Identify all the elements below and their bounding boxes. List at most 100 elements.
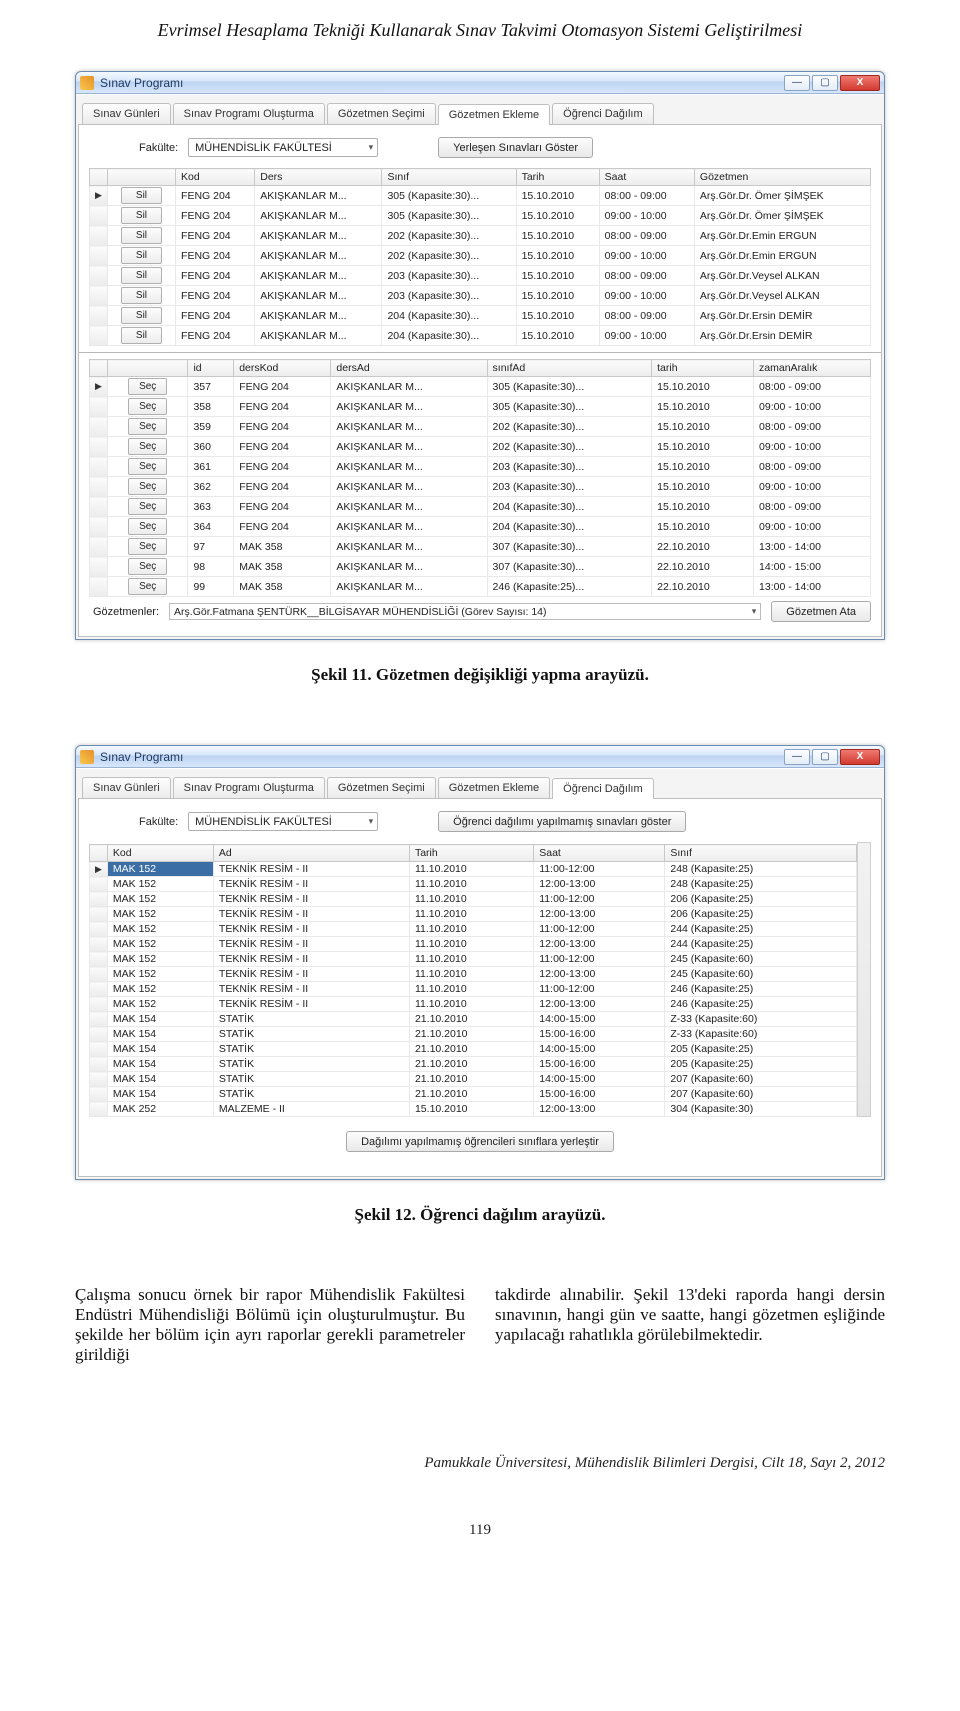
row-selector[interactable] (90, 577, 108, 597)
row-selector[interactable]: ▶ (90, 377, 108, 397)
column-header[interactable] (90, 360, 108, 377)
table-row[interactable]: SilFENG 204AKIŞKANLAR M...202 (Kapasite:… (90, 246, 871, 266)
select-button[interactable]: Seç (128, 438, 167, 455)
tab-ogrenci-dagilim[interactable]: Öğrenci Dağılım (552, 103, 653, 124)
close-button[interactable]: X (840, 749, 880, 765)
place-students-button[interactable]: Dağılımı yapılmamış öğrencileri sınıflar… (346, 1131, 614, 1152)
grid-unassigned-exams[interactable]: KodAdTarihSaatSınıf▶MAK 152TEKNİK RESİM … (89, 844, 857, 1117)
table-row[interactable]: SilFENG 204AKIŞKANLAR M...202 (Kapasite:… (90, 226, 871, 246)
maximize-button[interactable]: ▢ (812, 749, 838, 765)
row-selector[interactable] (90, 417, 108, 437)
row-selector[interactable] (90, 286, 108, 306)
table-row[interactable]: MAK 154STATİK21.10.201015:00-16:00207 (K… (90, 1087, 857, 1102)
minimize-button[interactable]: — (784, 75, 810, 91)
row-selector[interactable] (90, 557, 108, 577)
tab-gozetmen-secimi[interactable]: Gözetmen Seçimi (327, 103, 436, 124)
table-row[interactable]: ▶SilFENG 204AKIŞKANLAR M...305 (Kapasite… (90, 186, 871, 206)
select-button[interactable]: Seç (128, 458, 167, 475)
table-row[interactable]: MAK 154STATİK21.10.201014:00-15:00Z-33 (… (90, 1012, 857, 1027)
row-selector[interactable] (90, 226, 108, 246)
table-row[interactable]: MAK 152TEKNİK RESİM - II11.10.201012:00-… (90, 877, 857, 892)
row-selector[interactable] (90, 1012, 108, 1027)
delete-button[interactable]: Sil (121, 187, 162, 204)
table-row[interactable]: Seç361FENG 204AKIŞKANLAR M...203 (Kapasi… (90, 457, 871, 477)
select-button[interactable]: Seç (128, 478, 167, 495)
delete-button[interactable]: Sil (121, 207, 162, 224)
row-selector[interactable] (90, 1042, 108, 1057)
select-button[interactable]: Seç (128, 498, 167, 515)
row-selector[interactable] (90, 206, 108, 226)
column-header[interactable] (90, 845, 108, 862)
column-header[interactable]: Ders (255, 169, 382, 186)
select-button[interactable]: Seç (128, 558, 167, 575)
column-header[interactable]: dersKod (234, 360, 331, 377)
table-row[interactable]: MAK 152TEKNİK RESİM - II11.10.201012:00-… (90, 907, 857, 922)
table-row[interactable]: SilFENG 204AKIŞKANLAR M...204 (Kapasite:… (90, 326, 871, 346)
show-unassigned-exams-button[interactable]: Öğrenci dağılımı yapılmamış sınavları gö… (438, 811, 686, 832)
row-selector[interactable] (90, 497, 108, 517)
table-row[interactable]: MAK 154STATİK21.10.201014:00-15:00207 (K… (90, 1072, 857, 1087)
row-selector[interactable] (90, 397, 108, 417)
table-row[interactable]: SilFENG 204AKIŞKANLAR M...305 (Kapasite:… (90, 206, 871, 226)
column-header[interactable] (107, 169, 175, 186)
grid-all-sessions[interactable]: iddersKoddersAdsınıfAdtarihzamanAralık▶S… (89, 359, 871, 597)
row-selector[interactable] (90, 1072, 108, 1087)
table-row[interactable]: MAK 154STATİK21.10.201015:00-16:00Z-33 (… (90, 1027, 857, 1042)
column-header[interactable] (107, 360, 188, 377)
column-header[interactable]: zamanAralık (754, 360, 871, 377)
column-header[interactable]: Sınıf (665, 845, 857, 862)
delete-button[interactable]: Sil (121, 227, 162, 244)
select-button[interactable]: Seç (128, 378, 167, 395)
row-selector[interactable] (90, 997, 108, 1012)
row-selector[interactable] (90, 1027, 108, 1042)
delete-button[interactable]: Sil (121, 307, 162, 324)
row-selector[interactable]: ▶ (90, 862, 108, 877)
row-selector[interactable] (90, 1102, 108, 1117)
row-selector[interactable] (90, 326, 108, 346)
row-selector[interactable] (90, 477, 108, 497)
table-row[interactable]: SilFENG 204AKIŞKANLAR M...203 (Kapasite:… (90, 266, 871, 286)
row-selector[interactable] (90, 517, 108, 537)
tab-sinav-gunleri[interactable]: Sınav Günleri (82, 103, 171, 124)
row-selector[interactable]: ▶ (90, 186, 108, 206)
tab-sinav-gunleri[interactable]: Sınav Günleri (82, 777, 171, 798)
select-button[interactable]: Seç (128, 518, 167, 535)
column-header[interactable]: sınıfAd (487, 360, 652, 377)
table-row[interactable]: Seç99MAK 358AKIŞKANLAR M...246 (Kapasite… (90, 577, 871, 597)
maximize-button[interactable]: ▢ (812, 75, 838, 91)
tab-gozetmen-ekleme[interactable]: Gözetmen Ekleme (438, 777, 550, 798)
close-button[interactable]: X (840, 75, 880, 91)
row-selector[interactable] (90, 877, 108, 892)
table-row[interactable]: MAK 152TEKNİK RESİM - II11.10.201012:00-… (90, 997, 857, 1012)
table-row[interactable]: MAK 152TEKNİK RESİM - II11.10.201011:00-… (90, 952, 857, 967)
row-selector[interactable] (90, 306, 108, 326)
row-selector[interactable] (90, 922, 108, 937)
tab-gozetmen-ekleme[interactable]: Gözetmen Ekleme (438, 104, 550, 125)
row-selector[interactable] (90, 457, 108, 477)
select-button[interactable]: Seç (128, 398, 167, 415)
tab-sinav-programi-olusturma[interactable]: Sınav Programı Oluşturma (173, 777, 325, 798)
column-header[interactable]: Ad (213, 845, 409, 862)
tab-ogrenci-dagilim[interactable]: Öğrenci Dağılım (552, 778, 653, 799)
column-header[interactable]: dersAd (331, 360, 487, 377)
table-row[interactable]: MAK 152TEKNİK RESİM - II11.10.201012:00-… (90, 967, 857, 982)
select-button[interactable]: Seç (128, 578, 167, 595)
table-row[interactable]: MAK 252MALZEME - II15.10.201012:00-13:00… (90, 1102, 857, 1117)
table-row[interactable]: Seç98MAK 358AKIŞKANLAR M...307 (Kapasite… (90, 557, 871, 577)
row-selector[interactable] (90, 1057, 108, 1072)
tab-sinav-programi-olusturma[interactable]: Sınav Programı Oluşturma (173, 103, 325, 124)
row-selector[interactable] (90, 952, 108, 967)
column-header[interactable]: Gözetmen (694, 169, 870, 186)
column-header[interactable]: Tarih (409, 845, 533, 862)
column-header[interactable]: tarih (652, 360, 754, 377)
row-selector[interactable] (90, 892, 108, 907)
column-header[interactable]: Kod (107, 845, 213, 862)
row-selector[interactable] (90, 967, 108, 982)
delete-button[interactable]: Sil (121, 287, 162, 304)
delete-button[interactable]: Sil (121, 327, 162, 344)
table-row[interactable]: MAK 154STATİK21.10.201015:00-16:00205 (K… (90, 1057, 857, 1072)
table-row[interactable]: SilFENG 204AKIŞKANLAR M...204 (Kapasite:… (90, 306, 871, 326)
table-row[interactable]: MAK 152TEKNİK RESİM - II11.10.201011:00-… (90, 982, 857, 997)
delete-button[interactable]: Sil (121, 247, 162, 264)
gozetmenler-combobox[interactable]: Arş.Gör.Fatmana ŞENTÜRK__BİLGİSAYAR MÜHE… (169, 603, 761, 620)
